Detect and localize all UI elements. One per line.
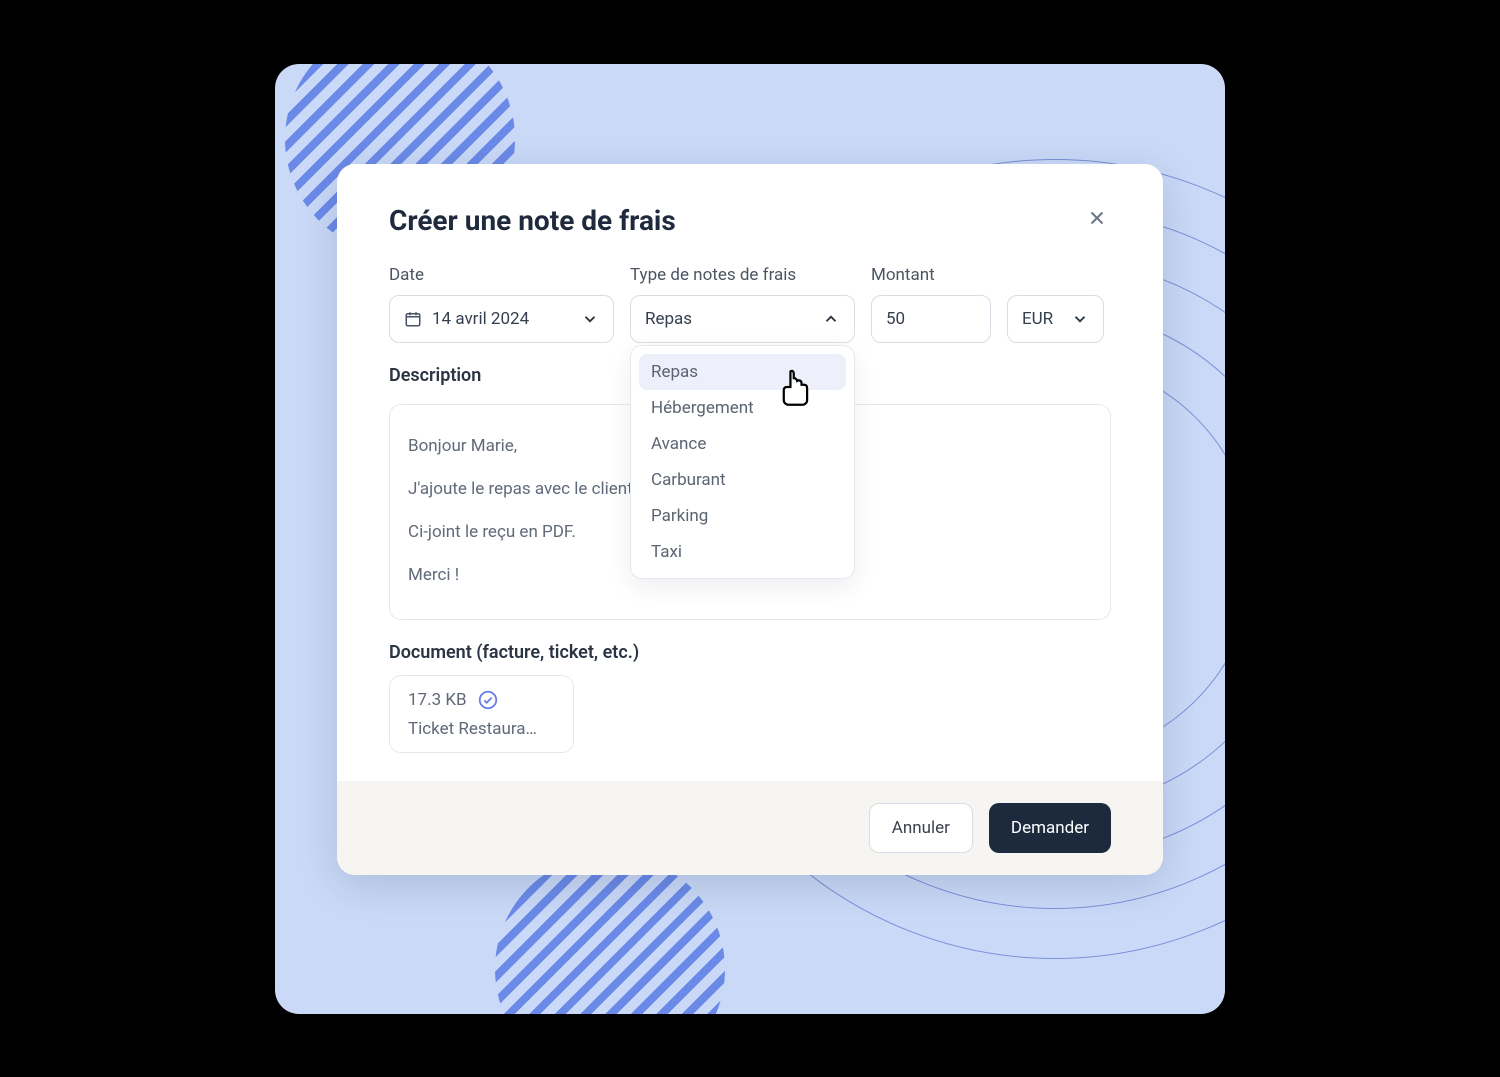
amount-value: 50: [886, 309, 905, 329]
dropdown-option-parking[interactable]: Parking: [639, 498, 846, 534]
cancel-button[interactable]: Annuler: [869, 803, 973, 853]
dropdown-option-taxi[interactable]: Taxi: [639, 534, 846, 570]
expense-type-label: Type de notes de frais: [630, 265, 855, 285]
dropdown-option-carburant[interactable]: Carburant: [639, 462, 846, 498]
dropdown-option-repas[interactable]: Repas: [639, 354, 846, 390]
expense-modal: Créer une note de frais Date 14 avril 20…: [337, 164, 1163, 876]
dropdown-option-hebergement[interactable]: Hébergement: [639, 390, 846, 426]
chevron-up-icon: [822, 310, 840, 328]
chevron-down-icon: [581, 310, 599, 328]
date-input[interactable]: 14 avril 2024: [389, 295, 614, 343]
page-backdrop: Créer une note de frais Date 14 avril 20…: [275, 64, 1225, 1014]
date-value: 14 avril 2024: [432, 309, 529, 329]
document-label: Document (facture, ticket, etc.): [389, 642, 1111, 663]
expense-type-dropdown: Repas Hébergement Avance Carburant Parki…: [630, 345, 855, 579]
amount-input[interactable]: 50: [871, 295, 991, 343]
dropdown-option-avance[interactable]: Avance: [639, 426, 846, 462]
date-label: Date: [389, 265, 614, 285]
expense-type-select[interactable]: Repas: [630, 295, 855, 343]
close-icon: [1086, 207, 1108, 229]
modal-footer: Annuler Demander: [337, 781, 1163, 875]
close-button[interactable]: [1083, 204, 1111, 232]
currency-select[interactable]: EUR: [1007, 295, 1104, 343]
currency-value: EUR: [1022, 309, 1053, 329]
modal-title: Créer une note de frais: [389, 204, 676, 237]
expense-type-value: Repas: [645, 309, 692, 329]
amount-label: Montant: [871, 265, 991, 285]
file-size: 17.3 KB: [408, 690, 467, 710]
file-attachment-card[interactable]: 17.3 KB Ticket Restaura…: [389, 675, 574, 753]
calendar-icon: [404, 310, 422, 328]
file-name: Ticket Restaura…: [408, 719, 555, 739]
submit-button[interactable]: Demander: [989, 803, 1111, 853]
chevron-down-icon: [1071, 310, 1089, 328]
check-circle-icon: [477, 689, 499, 711]
